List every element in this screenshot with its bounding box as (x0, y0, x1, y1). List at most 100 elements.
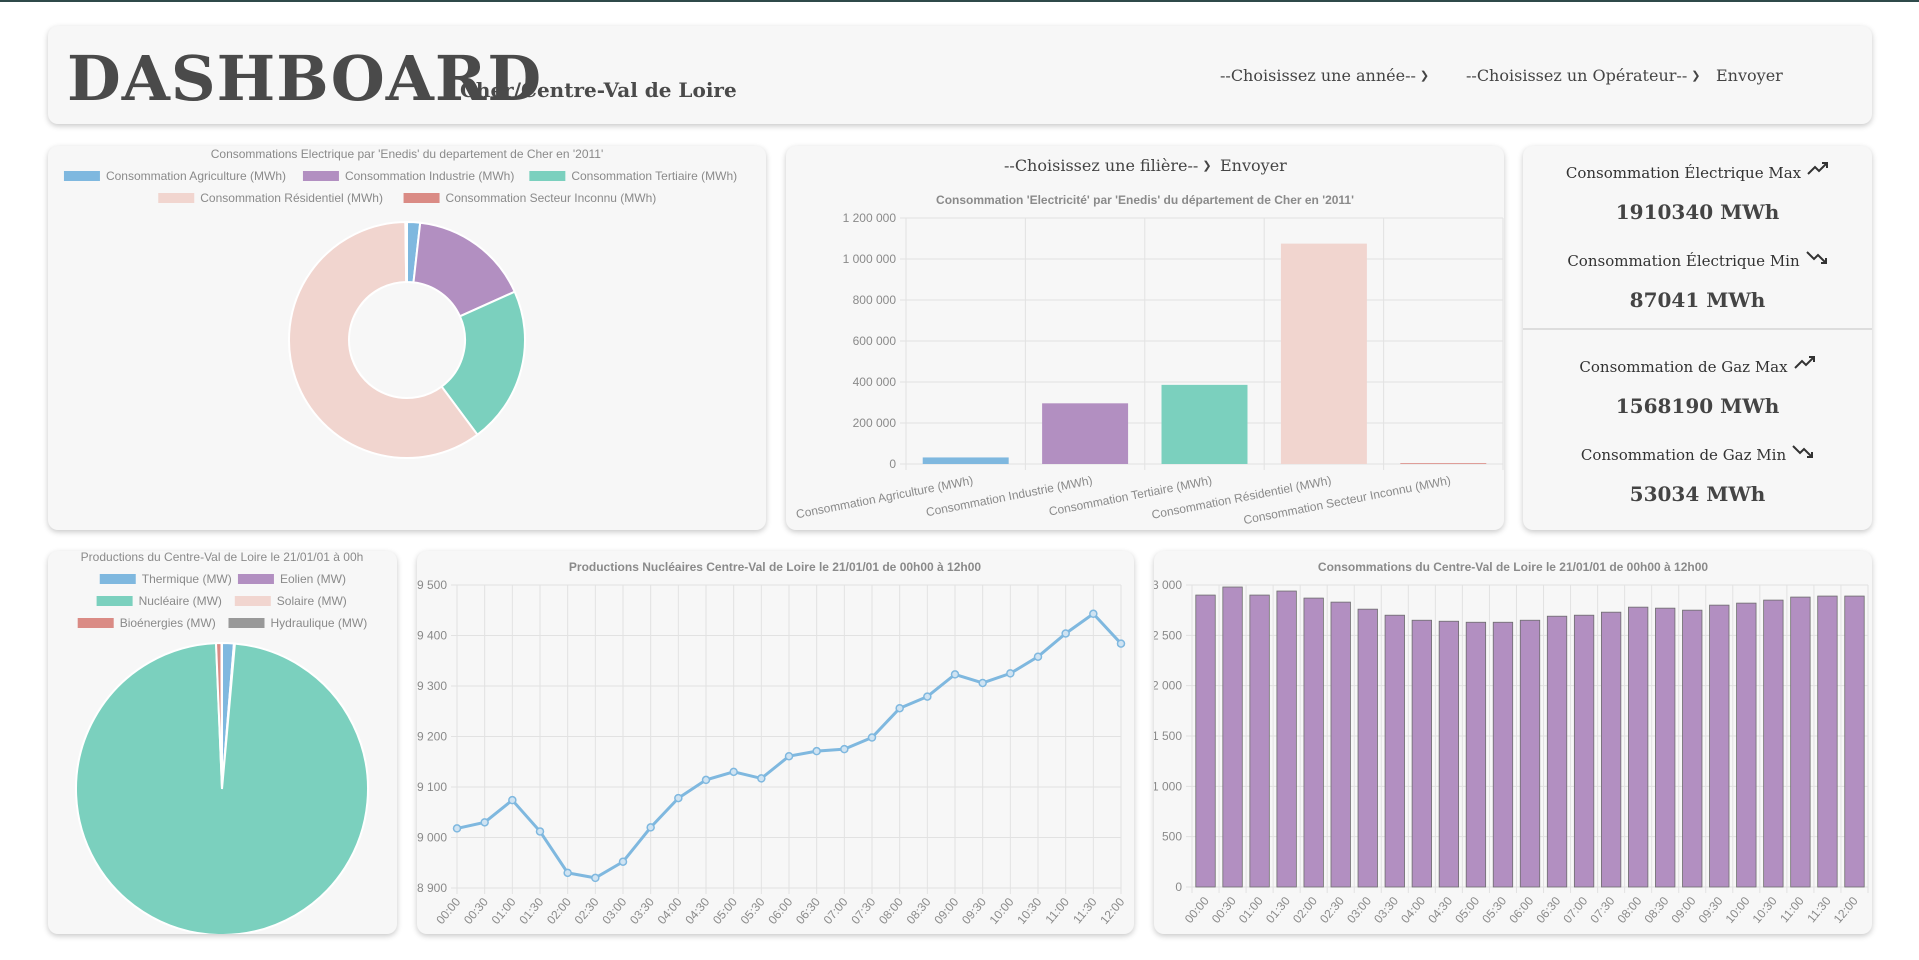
bar2-x-tick-label: 03:30 (1371, 894, 1401, 926)
bar2-y-tick-label: 2 500 (1154, 628, 1182, 642)
bar2-mark (1492, 621, 1514, 888)
line-x-tick-label: 02:00 (544, 895, 574, 927)
bar2-y-tick-label: 3 000 (1154, 578, 1182, 592)
bar-y-tick-label: 600 000 (853, 334, 897, 348)
bar2-mark (1709, 604, 1730, 888)
gaz-min-value: 53034 MWh (1629, 482, 1766, 506)
bar2-mark (1763, 599, 1784, 888)
line-x-tick-label: 01:30 (516, 895, 546, 927)
line-x-tick-label: 01:00 (489, 895, 519, 927)
elec-min-label: Consommation Électrique Min (1523, 250, 1872, 270)
bar2-mark (1628, 606, 1649, 888)
bar2-y-tick-label: 500 (1162, 830, 1182, 844)
bar2-mark (1465, 621, 1487, 888)
bar-y-tick-label: 200 000 (853, 416, 897, 430)
line-x-tick-label: 10:30 (1014, 895, 1044, 927)
line-y-tick-label: 9 300 (417, 679, 447, 693)
line-x-tick-label: 04:30 (682, 895, 712, 927)
line-point (729, 767, 738, 777)
donut-legend-label: Consommation Agriculture (MWh) (106, 169, 286, 183)
trending-down-icon (1792, 444, 1814, 462)
line-x-tick-label: 11:00 (1043, 895, 1073, 927)
donut-legend-label: Consommation Secteur Inconnu (MWh) (446, 191, 657, 205)
bar-mark (922, 457, 1009, 464)
line-point (1033, 652, 1043, 661)
bar2-x-tick-label: 08:00 (1614, 894, 1644, 926)
line-point (618, 857, 628, 866)
bar2-mark (1411, 619, 1432, 888)
year-select-label: --Choisissez une année-- (1220, 66, 1416, 85)
line-x-tick-label: 02:30 (572, 895, 602, 927)
line-x-tick-label: 06:00 (765, 895, 795, 927)
bar-mark (1161, 384, 1248, 464)
bar2-mark (1573, 614, 1595, 888)
top-border (0, 0, 1919, 2)
bar-x-tick-label: Consommation Secteur Inconnu (MWh) (1242, 473, 1452, 527)
trending-up-icon (1793, 356, 1816, 374)
pie-chart: Productions du Centre-Val de Loire le 21… (75, 551, 369, 934)
line-y-tick-label: 9 400 (417, 629, 447, 643)
elec-max-value: 1910340 MWh (1615, 200, 1780, 224)
donut-slice (404, 220, 408, 284)
donut-legend-swatch (63, 171, 100, 181)
bar2-mark (1249, 594, 1270, 888)
line-x-tick-label: 07:30 (848, 895, 878, 927)
bar-title: Consommation 'Electricité' par 'Enedis' … (936, 193, 1354, 207)
stats-divider (1523, 328, 1872, 330)
line-point (978, 678, 987, 688)
donut-legend-label: Consommation Résidentiel (MWh) (200, 191, 383, 205)
line-y-tick-label: 9 100 (417, 780, 447, 794)
donut-legend-swatch (529, 171, 566, 181)
bar2-x-tick-label: 08:30 (1641, 894, 1671, 926)
bar2-mark (1736, 602, 1757, 888)
bar2-title: Consommations du Centre-Val de Loire le … (1318, 560, 1708, 574)
bar-card: --Choisissez une filière-- ❯ Envoyer Cons… (786, 146, 1504, 530)
bar-chart: Consommation 'Electricité' par 'Enedis' … (795, 193, 1504, 527)
chevron-down-icon: ❯ (1202, 159, 1212, 172)
bar-mark (1280, 243, 1367, 464)
operator-select[interactable]: --Choisissez un Opérateur-- ❯ (1466, 66, 1700, 85)
line-x-tick-label: 00:00 (433, 895, 463, 927)
bar2-x-tick-label: 03:00 (1344, 894, 1374, 926)
bar2-x-tick-label: 01:00 (1236, 894, 1266, 926)
pie-legend-label: Nucléaire (MW) (139, 594, 222, 608)
pie-legend-swatch (237, 574, 274, 584)
filiere-send-button[interactable]: Envoyer (1220, 156, 1287, 175)
pie-legend-label: Thermique (MW) (142, 572, 232, 586)
bar2-mark (1384, 614, 1405, 888)
stats-card: Consommation Électrique Max 1910340 MWh … (1523, 146, 1872, 530)
donut-title: Consommations Electrique par 'Enedis' du… (211, 147, 604, 161)
pie-legend-swatch (234, 596, 271, 606)
bar2-y-tick-label: 0 (1175, 880, 1182, 894)
line-point (480, 818, 489, 827)
donut-legend-swatch (403, 193, 440, 203)
line-x-tick-label: 07:00 (821, 895, 851, 927)
filiere-select[interactable]: --Choisissez une filière-- ❯ (1004, 156, 1212, 175)
line-point (646, 823, 655, 832)
bar2-mark (1276, 590, 1297, 888)
bar2-mark (1655, 607, 1676, 888)
line-y-tick-label: 8 900 (417, 881, 447, 895)
bar2-mark (1546, 615, 1568, 888)
bar2-x-tick-label: 04:00 (1398, 894, 1428, 926)
line-point (1089, 609, 1098, 619)
line-x-tick-label: 10:00 (987, 895, 1017, 927)
line-point (535, 827, 545, 836)
bar2-x-tick-label: 07:30 (1587, 894, 1617, 926)
pie-legend-label: Bioénergies (MW) (120, 616, 216, 630)
bar2-x-tick-label: 06:00 (1506, 894, 1536, 926)
gaz-min-label: Consommation de Gaz Min (1523, 444, 1872, 464)
line-point (867, 733, 877, 742)
line-point (895, 703, 904, 713)
bar-y-tick-label: 1 000 000 (843, 252, 897, 266)
line-x-tick-label: 03:00 (599, 895, 629, 927)
line-point (757, 774, 766, 783)
trending-up-icon (1807, 162, 1829, 180)
pie-legend-swatch (96, 596, 133, 606)
line-x-tick-label: 11:30 (1070, 895, 1100, 927)
consumption-bar-chart: Consommations du Centre-Val de Loire le … (1154, 560, 1869, 926)
header-send-button[interactable]: Envoyer (1716, 66, 1783, 85)
bar2-x-tick-label: 07:00 (1560, 894, 1590, 926)
year-select[interactable]: --Choisissez une année-- ❯ (1220, 66, 1429, 85)
line-point (1061, 629, 1070, 638)
